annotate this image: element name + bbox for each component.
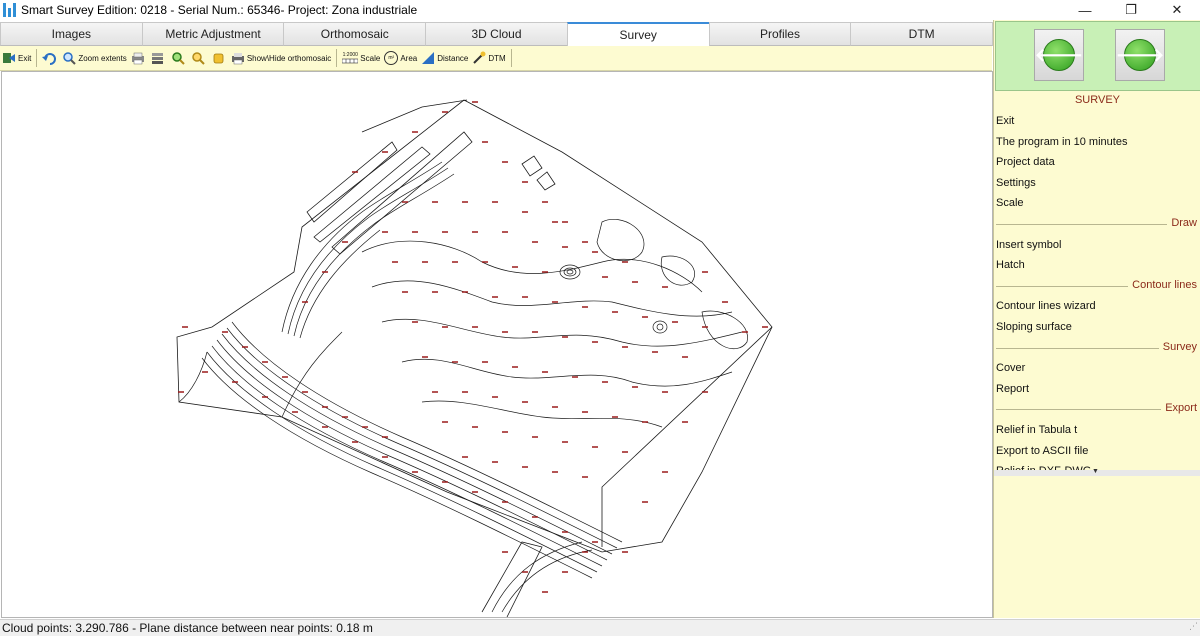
print-button[interactable] [129, 48, 149, 68]
site-outline [176, 99, 773, 617]
previous-step-button[interactable]: 🡐 [1034, 29, 1084, 81]
menu-item-export-ascii[interactable]: Export to ASCII file [994, 441, 1200, 462]
dtm-tool-label: DTM [488, 53, 506, 63]
tab-dtm[interactable]: DTM [850, 22, 994, 46]
next-step-button[interactable]: 🡒 [1115, 29, 1165, 81]
distance-icon [421, 51, 435, 65]
pan-button[interactable] [209, 48, 229, 68]
section-draw: Draw [994, 214, 1200, 235]
status-text: Cloud points: 3.290.786 - Plane distance… [2, 621, 373, 635]
area-tool-button[interactable]: m² Area [382, 48, 419, 68]
toolbar-separator [336, 49, 338, 67]
section-contour-lines: Contour lines [994, 276, 1200, 297]
arrow-right-icon: 🡒 [1116, 39, 1164, 71]
menu-item-scale[interactable]: Scale [994, 193, 1200, 214]
section-survey: Survey [994, 338, 1200, 359]
tab-profiles[interactable]: Profiles [708, 22, 852, 46]
menu-item-relief-in-tabula[interactable]: Relief in Tabula t [994, 420, 1200, 441]
zoom-in-button[interactable] [169, 48, 189, 68]
menu-item-cover[interactable]: Cover [994, 358, 1200, 379]
survey-side-panel: 🡐 🡒 SURVEY Exit The program in 10 minute… [993, 20, 1200, 618]
elevation-labels [178, 101, 768, 593]
zoom-out-button[interactable] [189, 48, 209, 68]
contour-map [176, 99, 773, 617]
menu-item-report[interactable]: Report [994, 379, 1200, 400]
toolbar-separator [510, 49, 512, 67]
app-logo-icon [3, 3, 17, 17]
survey-toolbar: Exit Zoom extents Show\Hide orthomosaic … [0, 46, 992, 71]
panel-title: SURVEY [1074, 94, 1121, 106]
zoom-extents-button[interactable]: Zoom extents [60, 48, 128, 68]
area-tool-label: Area [400, 53, 418, 63]
menu-item-contour-lines-wizard[interactable]: Contour lines wizard [994, 296, 1200, 317]
tab-survey[interactable]: Survey [566, 22, 710, 47]
undo-icon [42, 51, 57, 65]
zoom-out-icon [191, 51, 205, 65]
title-bar: Smart Survey Edition: 0218 - Serial Num.… [0, 0, 1200, 20]
window-title: Smart Survey Edition: 0218 - Serial Num.… [21, 3, 418, 17]
distance-tool-button[interactable]: Distance [419, 48, 470, 68]
section-contour-lines-label: Contour lines [1128, 278, 1197, 291]
zoom-in-icon [171, 51, 185, 65]
minimize-button[interactable]: — [1062, 0, 1108, 20]
contour-lines [178, 161, 748, 613]
menu-item-program-in-10-minutes[interactable]: The program in 10 minutes [994, 132, 1200, 153]
exit-tool-label: Exit [18, 53, 32, 63]
tab-3d-cloud[interactable]: 3D Cloud [425, 22, 568, 46]
close-button[interactable]: ✕ [1154, 0, 1200, 20]
scroll-down-icon[interactable]: ▼ [1092, 468, 1099, 475]
orthomosaic-printer-icon [231, 51, 245, 65]
navigation-box: 🡐 🡒 [995, 21, 1200, 91]
window-controls: — ❐ ✕ [1062, 0, 1200, 20]
show-hide-orthomosaic-label: Show\Hide orthomosaic [246, 53, 332, 63]
printer-icon [131, 51, 145, 65]
resize-grip-icon[interactable]: ⋰ [1189, 618, 1198, 635]
menu-item-sloping-surface[interactable]: Sloping surface [994, 317, 1200, 338]
area-icon: m² [384, 51, 399, 65]
zoom-extents-label: Zoom extents [78, 53, 127, 63]
section-export: Export [994, 399, 1200, 420]
menu-item-hatch[interactable]: Hatch [994, 255, 1200, 276]
main-tabs: Images Metric Adjustment Orthomosaic 3D … [0, 22, 994, 47]
layers-icon [151, 51, 165, 65]
menu-scroll-bar[interactable]: ▼ [994, 468, 1200, 476]
status-bar: Cloud points: 3.290.786 - Plane distance… [0, 619, 1200, 636]
section-export-label: Export [1161, 402, 1197, 415]
tab-images[interactable]: Images [0, 22, 143, 46]
layers-button[interactable] [149, 48, 169, 68]
dtm-wand-icon [472, 51, 486, 65]
dtm-tool-button[interactable]: DTM [470, 48, 507, 68]
show-hide-orthomosaic-button[interactable]: Show\Hide orthomosaic [229, 48, 333, 68]
scale-ruler-icon: 1:2000 [342, 51, 359, 65]
survey-drawing-canvas[interactable] [1, 71, 993, 618]
section-draw-label: Draw [1167, 216, 1197, 229]
arrow-left-icon: 🡐 [1035, 39, 1083, 71]
restore-button[interactable]: ❐ [1108, 0, 1154, 20]
hand-icon [211, 51, 225, 65]
exit-icon [2, 51, 16, 65]
tab-metric-adjustment[interactable]: Metric Adjustment [141, 22, 285, 46]
distance-tool-label: Distance [437, 53, 469, 63]
menu-item-project-data[interactable]: Project data [994, 152, 1200, 173]
menu-item-insert-symbol[interactable]: Insert symbol [994, 235, 1200, 256]
menu-item-settings[interactable]: Settings [994, 173, 1200, 194]
toolbar-separator [36, 49, 38, 67]
tab-orthomosaic[interactable]: Orthomosaic [283, 22, 427, 46]
scale-tool-button[interactable]: 1:2000 Scale [340, 48, 382, 68]
menu-item-exit[interactable]: Exit [994, 111, 1200, 132]
section-survey-label: Survey [1158, 340, 1197, 353]
undo-button[interactable] [40, 48, 60, 68]
exit-tool-button[interactable]: Exit [0, 48, 33, 68]
survey-menu: Exit The program in 10 minutes Project d… [994, 111, 1200, 470]
zoom-extents-icon [62, 51, 77, 65]
scale-tool-label: Scale [360, 53, 381, 63]
